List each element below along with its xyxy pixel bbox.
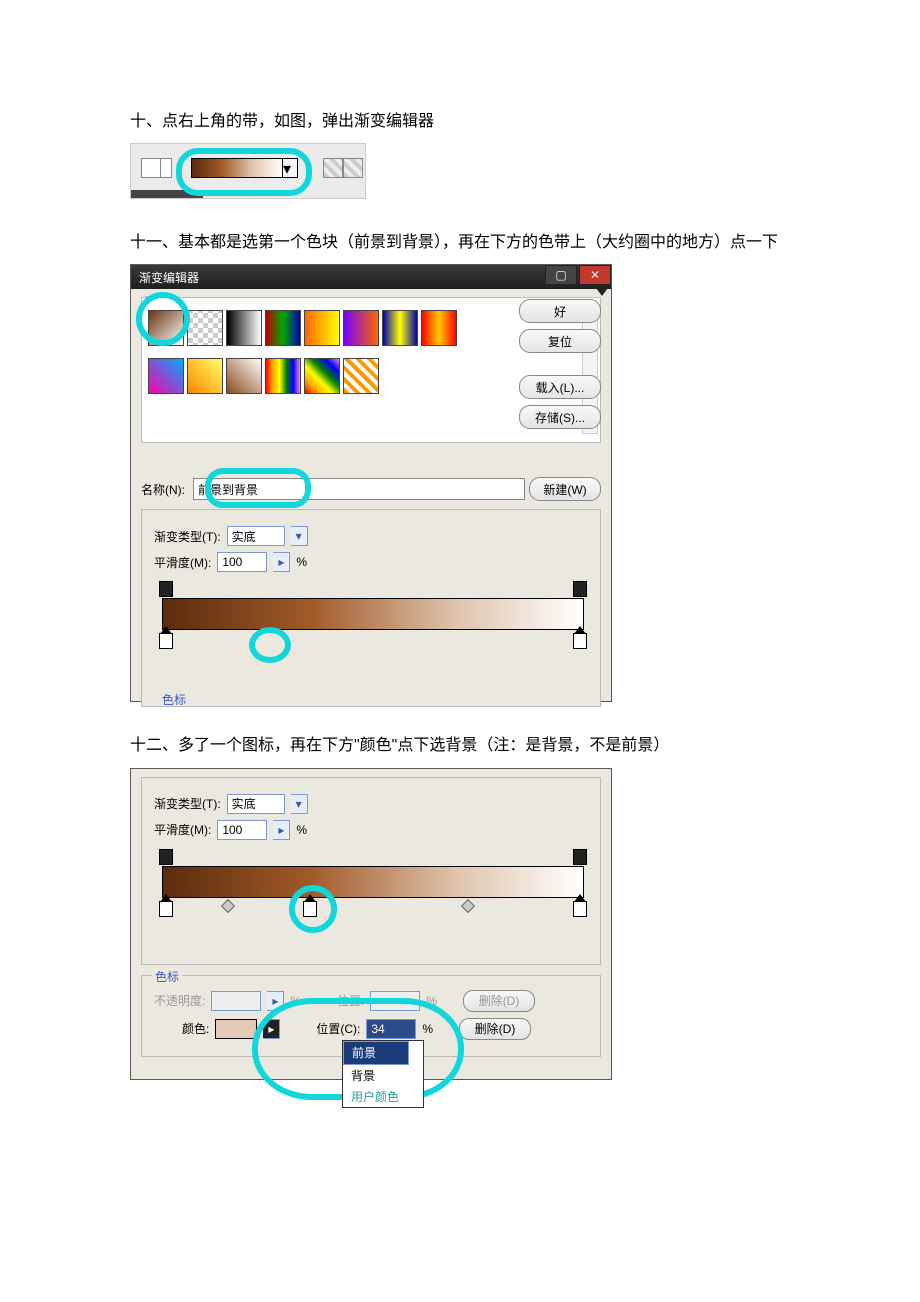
chevron-down-icon[interactable]: ▾ (291, 526, 308, 546)
color-stop-left[interactable] (159, 633, 173, 649)
gradient-type-label: 渐变类型(T): (154, 528, 221, 545)
swatch-icon (141, 158, 161, 178)
step-10-text: 十、点右上角的带，如图，弹出渐变编辑器 (130, 108, 790, 135)
stepper-icon[interactable]: ▸ (273, 552, 290, 572)
menu-item-background[interactable]: 背景 (343, 1065, 423, 1086)
preset-swatch[interactable] (343, 358, 379, 394)
name-label: 名称(N): (141, 481, 189, 498)
gradient-dropdown-icon[interactable]: ▾ (283, 158, 298, 178)
tool-icon-1 (323, 158, 343, 178)
color-label: 颜色: (182, 1020, 209, 1037)
gradient-type-select[interactable]: 实底 (227, 526, 285, 546)
load-button[interactable]: 载入(L)... (519, 375, 601, 399)
preset-swatch[interactable] (226, 358, 262, 394)
menu-item-user-color[interactable]: 用户颜色 (343, 1086, 423, 1107)
preset-swatch[interactable] (265, 358, 301, 394)
opacity-stop-left[interactable] (159, 581, 173, 597)
save-button[interactable]: 存储(S)... (519, 405, 601, 429)
new-button[interactable]: 新建(W) (529, 477, 601, 501)
gradient-bar[interactable] (162, 598, 584, 630)
step-11-text: 十一、基本都是选第一个色块（前景到背景），再在下方的色带上（大约圈中的地方）点一… (130, 229, 790, 256)
chevron-down-icon[interactable]: ▾ (291, 794, 308, 814)
close-icon[interactable]: ✕ (579, 265, 611, 285)
preset-swatch[interactable] (382, 310, 418, 346)
annotation-circle-preset (136, 292, 190, 346)
stepper-icon[interactable]: ▸ (273, 820, 290, 840)
preset-swatch[interactable] (421, 310, 457, 346)
tool-icon-2 (343, 158, 363, 178)
dialog-title: 渐变编辑器 (139, 269, 199, 286)
step-12-text: 十二、多了一个图标，再在下方"颜色"点下选背景（注：是背景，不是前景） (130, 732, 790, 759)
gradient-type-select[interactable]: 实底 (227, 794, 285, 814)
smoothness-label: 平滑度(M): (154, 821, 211, 838)
percent-label: % (296, 555, 307, 569)
color-stop-left[interactable] (159, 901, 173, 917)
gradient-bar[interactable] (162, 866, 584, 898)
percent-label: % (296, 823, 307, 837)
smoothness-label: 平滑度(M): (154, 554, 211, 571)
preset-swatch[interactable] (187, 358, 223, 394)
stops-section-label: 色标 (152, 968, 182, 985)
gradient-type-label: 渐变类型(T): (154, 795, 221, 812)
opacity-stop-left[interactable] (159, 849, 173, 865)
preset-swatch[interactable] (304, 358, 340, 394)
reset-button[interactable]: 复位 (519, 329, 601, 353)
color-swatch[interactable] (215, 1019, 257, 1039)
opacity-label: 不透明度: (154, 992, 205, 1009)
annotation-circle-name (205, 468, 311, 508)
color-source-menu: 前景 背景 用户颜色 (342, 1040, 424, 1108)
midpoint-diamond[interactable] (461, 898, 475, 912)
gradient-editor-dialog: 渐变编辑器 ▢ ✕ 预设 (130, 264, 612, 702)
color-stop-right[interactable] (573, 901, 587, 917)
annotation-circle-newstop (289, 885, 337, 933)
preset-swatch[interactable] (343, 310, 379, 346)
preset-swatch[interactable] (265, 310, 301, 346)
dropdown-icon (161, 158, 172, 178)
opacity-stop-right[interactable] (573, 849, 587, 865)
figure-1: ▾ (130, 143, 366, 199)
delete-button[interactable]: 删除(D) (459, 1018, 531, 1040)
gradient-preview[interactable] (191, 158, 283, 178)
presets-menu-icon[interactable] (596, 288, 608, 296)
delete-button: 删除(D) (463, 990, 535, 1012)
smoothness-input[interactable]: 100 (217, 820, 267, 840)
opacity-stop-right[interactable] (573, 581, 587, 597)
stops-label: 色标 (162, 691, 186, 708)
annotation-circle-stop (249, 627, 291, 663)
preset-swatch[interactable] (148, 358, 184, 394)
gradient-editor-lower: 渐变类型(T): 实底 ▾ 平滑度(M): 100 ▸ % (130, 768, 612, 1080)
preset-swatch[interactable] (226, 310, 262, 346)
preset-swatch[interactable] (304, 310, 340, 346)
maximize-icon[interactable]: ▢ (545, 265, 577, 285)
preset-swatch[interactable] (187, 310, 223, 346)
menu-item-foreground[interactable]: 前景 (343, 1041, 409, 1065)
smoothness-input[interactable]: 100 (217, 552, 267, 572)
ok-button[interactable]: 好 (519, 299, 601, 323)
color-stop-right[interactable] (573, 633, 587, 649)
dialog-titlebar: 渐变编辑器 (131, 265, 611, 289)
opacity-input (211, 991, 261, 1011)
midpoint-diamond[interactable] (221, 898, 235, 912)
